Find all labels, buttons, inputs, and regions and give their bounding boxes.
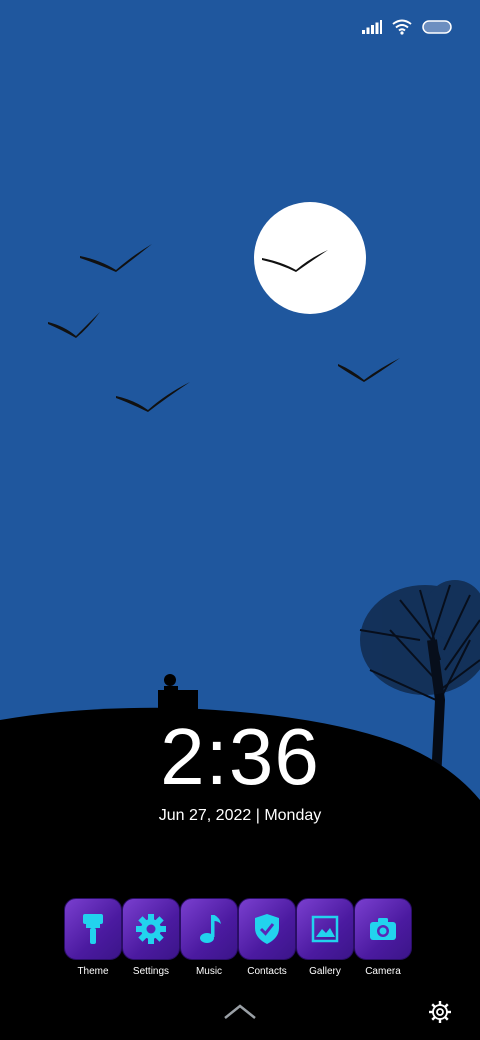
camera-icon bbox=[370, 918, 396, 940]
gear-icon bbox=[136, 914, 166, 944]
battery-icon bbox=[422, 20, 452, 34]
lock-screen-date: Jun 27, 2022 | Monday bbox=[158, 807, 322, 824]
dock-labels: Theme Settings Music Contacts Gallery Ca… bbox=[64, 966, 412, 977]
app-label-contacts: Contacts bbox=[247, 966, 287, 977]
moon bbox=[254, 202, 366, 314]
app-gallery[interactable] bbox=[296, 898, 354, 960]
app-camera[interactable] bbox=[354, 898, 412, 960]
wallpaper bbox=[0, 0, 480, 1040]
wifi-icon bbox=[392, 19, 412, 35]
app-label-gallery: Gallery bbox=[309, 966, 341, 977]
app-label-theme: Theme bbox=[77, 966, 109, 977]
app-label-camera: Camera bbox=[365, 966, 401, 977]
status-bar bbox=[362, 14, 452, 40]
app-label-settings: Settings bbox=[132, 966, 170, 977]
lock-screen-time: 2:36 bbox=[160, 712, 320, 801]
swipe-up-chevron-icon[interactable] bbox=[222, 1000, 258, 1022]
lock-settings-gear-icon[interactable] bbox=[428, 1000, 452, 1024]
paint-brush-icon bbox=[83, 914, 103, 944]
app-theme[interactable] bbox=[64, 898, 122, 960]
shield-check-icon bbox=[255, 914, 279, 944]
signal-icon bbox=[362, 20, 382, 34]
music-note-icon bbox=[200, 915, 221, 943]
app-settings[interactable] bbox=[122, 898, 180, 960]
app-dock bbox=[64, 898, 412, 960]
image-icon bbox=[311, 915, 339, 943]
app-music[interactable] bbox=[180, 898, 238, 960]
app-contacts[interactable] bbox=[238, 898, 296, 960]
app-label-music: Music bbox=[195, 966, 223, 977]
